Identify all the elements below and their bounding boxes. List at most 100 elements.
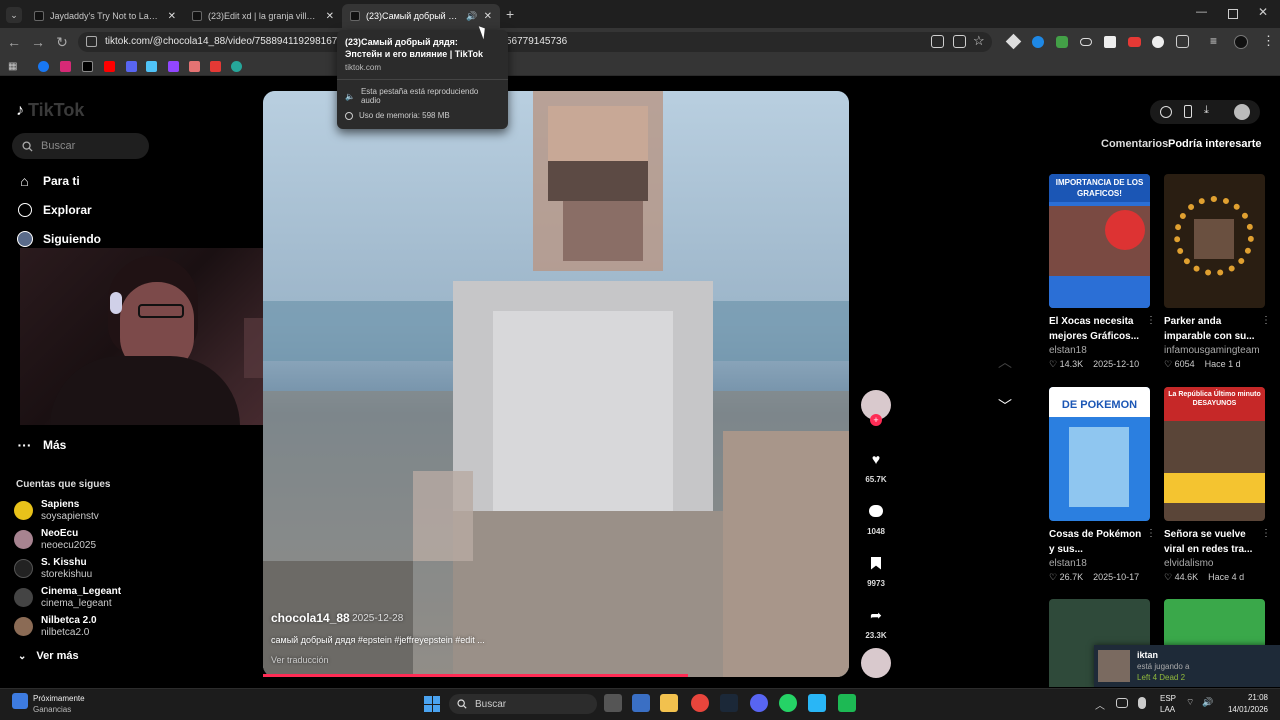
- download-icon[interactable]: ⤓: [1204, 104, 1209, 117]
- extension-6-icon[interactable]: [1152, 36, 1164, 48]
- extension-glasses-icon[interactable]: [1080, 38, 1092, 46]
- card-more-icon[interactable]: ⋮: [1146, 315, 1156, 326]
- task-view-icon[interactable]: [604, 694, 622, 712]
- card-more-icon[interactable]: ⋮: [1146, 528, 1156, 539]
- restore-icon[interactable]: [1228, 9, 1238, 19]
- search-input[interactable]: Buscar: [12, 133, 149, 159]
- close-icon[interactable]: ✕: [478, 11, 492, 22]
- chrome-icon[interactable]: [691, 694, 709, 712]
- share-button[interactable]: ➦ 23.3K: [863, 602, 889, 641]
- video-author[interactable]: chocola14_88: [271, 611, 350, 625]
- account-item[interactable]: Nilbetca 2.0 nilbetca2.0: [14, 615, 97, 639]
- extension-2-icon[interactable]: [1032, 36, 1044, 48]
- save-button[interactable]: 9973: [863, 550, 889, 588]
- sound-avatar-button[interactable]: [861, 648, 891, 678]
- tab-1[interactable]: Jaydaddy's Try Not to Laugh Ch ✕: [26, 4, 184, 28]
- tiktok-logo[interactable]: ♪ TikTok: [16, 100, 84, 121]
- close-icon[interactable]: ✕: [162, 11, 176, 22]
- compass-small-icon[interactable]: [1160, 106, 1172, 118]
- suggested-video-card[interactable]: Parker anda imparable con su... infamous…: [1164, 174, 1271, 370]
- site-info-icon[interactable]: [86, 36, 97, 47]
- discord-icon[interactable]: [750, 694, 768, 712]
- menu-dots-icon[interactable]: ⋮: [1262, 33, 1275, 49]
- tab-search-chevron-icon[interactable]: ⌄: [6, 7, 22, 23]
- tray-icon[interactable]: [1116, 698, 1128, 708]
- user-avatar[interactable]: [1234, 104, 1250, 120]
- file-explorer-icon[interactable]: [660, 694, 678, 712]
- tab-3-active[interactable]: (23)Самый добрый дядя: Эпсте 🔊 ✕: [342, 4, 500, 28]
- minimize-icon[interactable]: —: [1196, 6, 1207, 18]
- close-icon[interactable]: ✕: [320, 11, 334, 22]
- translate-link[interactable]: Ver traducción: [271, 655, 329, 665]
- forward-icon[interactable]: →: [30, 34, 46, 50]
- suggested-video-card[interactable]: IMPORTANCIA DE LOS GRAFICOS! El Xocas ne…: [1049, 174, 1156, 370]
- bookmark-9-icon[interactable]: [210, 61, 221, 72]
- next-video-chevron-icon[interactable]: ﹀: [998, 396, 1012, 416]
- extension-4-icon[interactable]: [1104, 36, 1116, 48]
- game-notification[interactable]: iktan está jugando a Left 4 Dead 2: [1094, 645, 1280, 687]
- see-more-button[interactable]: ⌄ Ver más: [18, 650, 79, 662]
- clock-time[interactable]: 21:08: [1226, 693, 1268, 702]
- instagram-bookmark-icon[interactable]: [60, 61, 71, 72]
- windows-start-icon[interactable]: [424, 696, 440, 712]
- like-button[interactable]: ♥ 65.7K: [863, 446, 889, 484]
- card-more-icon[interactable]: ⋮: [1261, 528, 1271, 539]
- account-item[interactable]: Cinema_Legeant cinema_legeant: [14, 586, 121, 610]
- window-close-icon[interactable]: ✕: [1258, 5, 1268, 19]
- translate-icon[interactable]: [953, 35, 966, 48]
- suggested-video-card[interactable]: DE POKEMON Cosas de Pokémon y sus... els…: [1049, 387, 1156, 583]
- app-2-icon[interactable]: [838, 694, 856, 712]
- app-icon[interactable]: [808, 694, 826, 712]
- video-player[interactable]: [263, 91, 849, 677]
- creator-avatar-button[interactable]: +: [861, 390, 891, 426]
- tab-2[interactable]: (23)Edit xd | la granja villa | TikT ✕: [184, 4, 342, 28]
- profile-avatar[interactable]: [1234, 35, 1248, 49]
- microphone-icon[interactable]: [1138, 697, 1146, 709]
- network-icon[interactable]: ⌔: [1186, 697, 1194, 708]
- bookmark-10-icon[interactable]: [231, 61, 242, 72]
- nav-mas[interactable]: ··· Más: [16, 436, 67, 453]
- youtube-bookmark-icon[interactable]: [104, 61, 115, 72]
- account-item[interactable]: S. Kisshu storekishuu: [14, 557, 92, 581]
- video-progress-bar[interactable]: [263, 674, 688, 677]
- speaker-icon[interactable]: 🔊: [466, 11, 477, 22]
- suggested-video-card[interactable]: La República Último minuto DESAYUNOS Señ…: [1164, 387, 1271, 583]
- whatsapp-icon[interactable]: [779, 694, 797, 712]
- language-code[interactable]: ESP: [1160, 694, 1176, 703]
- account-item[interactable]: NeoEcu neoecu2025: [14, 528, 96, 552]
- bookmark-8-icon[interactable]: [189, 61, 200, 72]
- new-tab-button[interactable]: +: [506, 6, 514, 22]
- taskbar-search[interactable]: Buscar: [449, 694, 597, 714]
- extension-shield-icon[interactable]: [1056, 36, 1068, 48]
- bookmark-6-icon[interactable]: [146, 61, 157, 72]
- tab-comentarios[interactable]: Comentarios: [1101, 138, 1168, 150]
- nav-explorar[interactable]: Explorar: [16, 201, 92, 218]
- extensions-puzzle-icon[interactable]: [1176, 35, 1189, 48]
- nav-siguiendo[interactable]: Siguiendo: [16, 230, 101, 247]
- nav-para-ti[interactable]: ⌂ Para ti: [16, 172, 79, 189]
- facebook-bookmark-icon[interactable]: [38, 61, 49, 72]
- x-bookmark-icon[interactable]: [82, 61, 93, 72]
- back-icon[interactable]: ←: [6, 34, 22, 50]
- phone-icon[interactable]: [1184, 105, 1192, 118]
- reading-list-icon[interactable]: ≡: [1210, 34, 1217, 48]
- extension-5-icon[interactable]: [1128, 37, 1141, 47]
- steam-icon[interactable]: [720, 694, 738, 712]
- apps-grid-icon[interactable]: ▦: [8, 61, 17, 72]
- card-more-icon[interactable]: ⋮: [1261, 315, 1271, 326]
- bookmark-star-icon[interactable]: ☆: [973, 33, 985, 49]
- previous-video-chevron-icon[interactable]: ︿: [998, 352, 1012, 372]
- comment-button[interactable]: 1048: [863, 498, 889, 536]
- widget-title[interactable]: Próximamente: [33, 694, 85, 703]
- follow-plus-icon[interactable]: +: [870, 414, 882, 426]
- tab-podria-interesarte[interactable]: Podría interesarte: [1168, 138, 1262, 150]
- twitch-bookmark-icon[interactable]: [168, 61, 179, 72]
- reload-icon[interactable]: ↻: [54, 34, 70, 50]
- tray-chevron-icon[interactable]: ︿: [1095, 697, 1105, 712]
- install-app-icon[interactable]: [931, 35, 944, 48]
- discord-bookmark-icon[interactable]: [126, 61, 137, 72]
- store-icon[interactable]: [632, 694, 650, 712]
- account-item[interactable]: Sapiens soysapienstv: [14, 499, 99, 523]
- weather-widget-icon[interactable]: [12, 693, 28, 709]
- volume-icon[interactable]: 🔊: [1202, 697, 1213, 708]
